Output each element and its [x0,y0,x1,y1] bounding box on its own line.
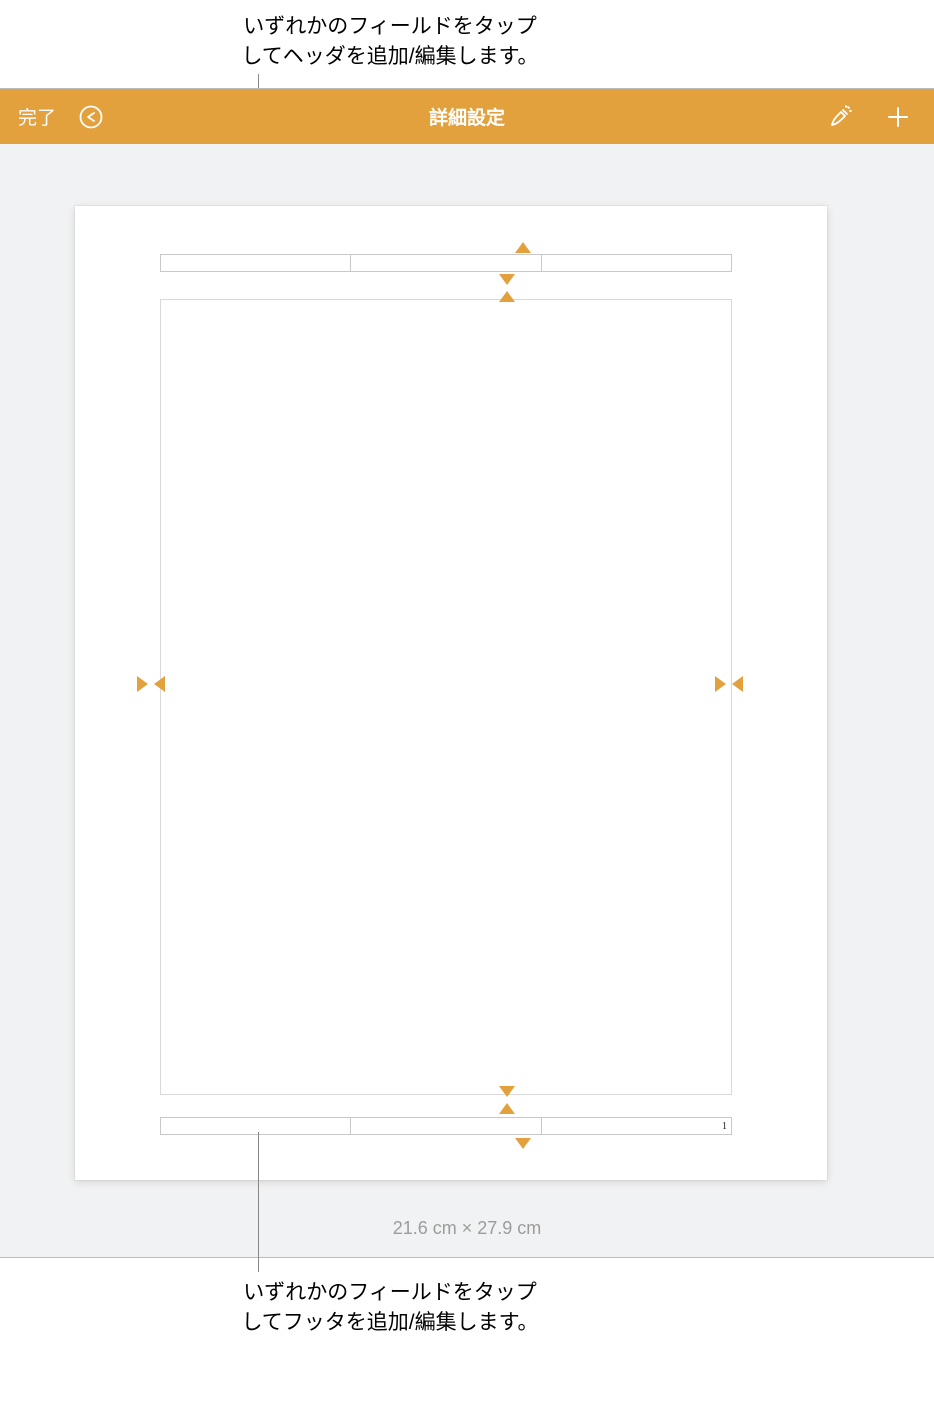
header-field-left[interactable] [160,254,351,272]
annotation-header-l1: いずれかのフィールドをタップ [243,15,537,38]
undo-button[interactable] [78,104,104,130]
callout-line-footer [258,1132,259,1272]
annotation-footer-l1: いずれかのフィールドをタップ [243,1281,537,1304]
footer-field-center[interactable] [351,1117,541,1135]
triangle-up-icon [499,1103,515,1114]
header-field-center[interactable] [351,254,541,272]
triangle-up-icon [499,291,515,302]
annotation-header: いずれかのフィールドをタップ してヘッダを追加/編集します。 [200,12,580,73]
annotation-footer-l2: してフッタを追加/編集します。 [241,1311,538,1334]
add-button[interactable] [884,103,912,131]
triangle-down-icon [499,274,515,285]
page-body-area[interactable] [160,299,732,1095]
triangle-left-icon [154,676,165,692]
annotation-header-l2: してヘッダを追加/編集します。 [241,45,538,68]
device-frame: 完了 詳細設定 [0,88,934,1258]
header-field-right[interactable] [542,254,732,272]
triangle-up-icon [515,242,531,253]
triangle-left-icon [732,676,743,692]
footer-row: 1 [160,1117,732,1135]
footer-field-left[interactable] [160,1117,351,1135]
toolbar: 完了 詳細設定 [0,89,934,144]
format-brush-button[interactable] [826,103,854,131]
done-button[interactable]: 完了 [18,103,56,130]
annotation-footer: いずれかのフィールドをタップ してフッタを追加/編集します。 [200,1278,580,1339]
header-row [160,254,732,272]
document-canvas[interactable]: 1 [0,144,934,1257]
page-dimensions-label: 21.6 cm × 27.9 cm [0,1218,934,1239]
triangle-down-icon [499,1086,515,1097]
toolbar-title: 詳細設定 [0,103,934,130]
triangle-down-icon [515,1138,531,1149]
triangle-right-icon [715,676,726,692]
document-page: 1 [75,206,827,1180]
triangle-right-icon [137,676,148,692]
footer-field-right[interactable]: 1 [542,1117,732,1135]
